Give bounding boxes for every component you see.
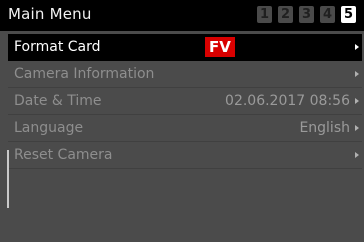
page-tabs: 1 2 3 4 5 xyxy=(257,6,356,23)
menu-item-camera-information[interactable]: Camera Information xyxy=(8,61,362,88)
menu-item-label: Format Card xyxy=(14,39,101,55)
page-tab-2[interactable]: 2 xyxy=(278,6,293,23)
menu-item-reset-camera[interactable]: Reset Camera xyxy=(8,142,362,169)
chevron-right-icon xyxy=(355,125,359,131)
scrollbar[interactable] xyxy=(7,150,9,208)
menu-item-label: Camera Information xyxy=(14,66,155,82)
chevron-right-icon xyxy=(355,71,359,77)
menu-title: Main Menu xyxy=(8,5,92,23)
page-tab-4[interactable]: 4 xyxy=(320,6,335,23)
camera-menu-screen: Main Menu 1 2 3 4 5 Format Card FV Camer… xyxy=(0,0,364,242)
page-tab-5[interactable]: 5 xyxy=(341,6,356,23)
menu-item-date-time[interactable]: Date & Time 02.06.2017 08:56 xyxy=(8,88,362,115)
menu-item-language[interactable]: Language English xyxy=(8,115,362,142)
menu-list: Format Card FV Camera Information Date &… xyxy=(8,34,362,169)
menu-item-format-card[interactable]: Format Card FV xyxy=(8,34,362,61)
fv-badge: FV xyxy=(205,37,235,57)
menu-item-label: Reset Camera xyxy=(14,147,113,163)
menu-item-value: English xyxy=(299,120,350,136)
menu-header: Main Menu 1 2 3 4 5 xyxy=(0,0,364,31)
chevron-right-icon xyxy=(355,98,359,104)
chevron-right-icon xyxy=(355,152,359,158)
menu-item-value: 02.06.2017 08:56 xyxy=(225,93,350,109)
page-tab-3[interactable]: 3 xyxy=(299,6,314,23)
menu-item-label: Language xyxy=(14,120,84,136)
menu-item-label: Date & Time xyxy=(14,93,102,109)
page-tab-1[interactable]: 1 xyxy=(257,6,272,23)
chevron-right-icon xyxy=(355,44,359,50)
